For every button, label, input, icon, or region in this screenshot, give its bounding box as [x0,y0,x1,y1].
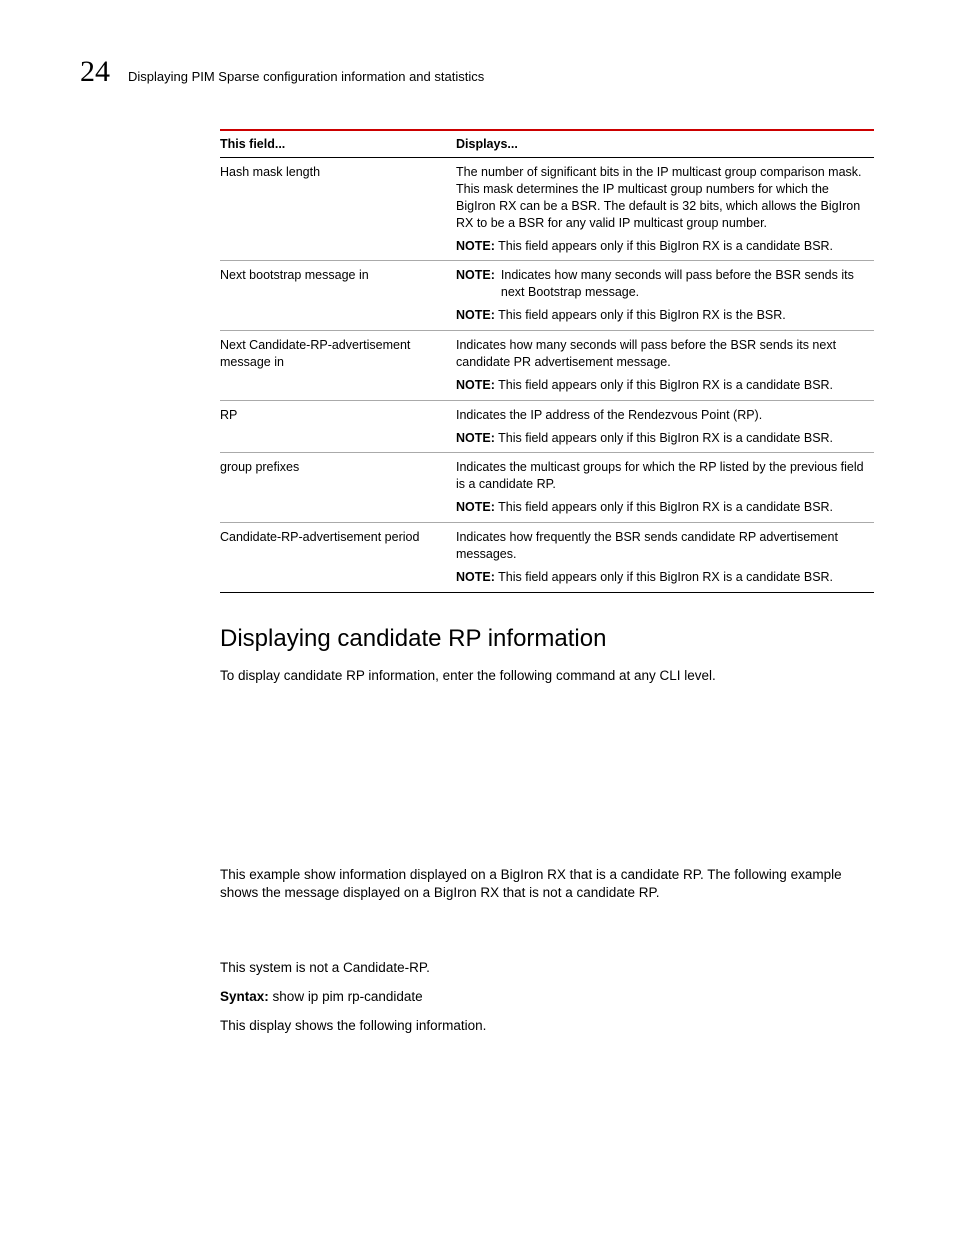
desc-text: The number of significant bits in the IP… [456,165,862,230]
spacer [220,696,874,856]
note-label: NOTE: [456,500,495,514]
field-desc: Indicates the multicast groups for which… [456,453,874,523]
note-text: This field appears only if this BigIron … [498,239,833,253]
table-row: RP Indicates the IP address of the Rende… [220,400,874,453]
note-text: This field appears only if this BigIron … [498,570,833,584]
syntax-label: Syntax: [220,989,269,1004]
note-block: NOTE: This field appears only if this Bi… [456,307,866,324]
desc-text: Indicates how frequently the BSR sends c… [456,530,838,561]
chapter-number: 24 [80,55,110,89]
field-desc: NOTE: Indicates how many seconds will pa… [456,261,874,331]
note-label: NOTE: [456,570,495,584]
desc-text: Indicates the multicast groups for which… [456,460,864,491]
intro-paragraph: To display candidate RP information, ent… [220,667,874,686]
field-name: Next bootstrap message in [220,261,456,331]
desc-text: Indicates how many seconds will pass bef… [456,338,836,369]
field-desc: The number of significant bits in the IP… [456,158,874,261]
field-name: group prefixes [220,453,456,523]
section-heading: Displaying candidate RP information [220,625,874,653]
table-row: group prefixes Indicates the multicast g… [220,453,874,523]
note-text: This field appears only if this BigIron … [498,500,833,514]
field-desc: Indicates how frequently the BSR sends c… [456,523,874,593]
note-label: NOTE: [456,239,495,253]
note-text: This field appears only if this BigIron … [498,378,833,392]
field-name: RP [220,400,456,453]
note-block: NOTE: This field appears only if this Bi… [456,430,866,447]
note-block: NOTE: This field appears only if this Bi… [456,238,866,255]
table-row: Hash mask length The number of significa… [220,158,874,261]
page-title: Displaying PIM Sparse configuration info… [128,69,484,84]
note-text: Indicates how many seconds will pass bef… [501,267,866,301]
paragraph: This example show information displayed … [220,866,874,904]
field-name: Hash mask length [220,158,456,261]
table-row: Next Candidate-RP-advertisement message … [220,331,874,401]
field-name: Candidate-RP-advertisement period [220,523,456,593]
note-text: This field appears only if this BigIron … [498,308,786,322]
field-desc: Indicates how many seconds will pass bef… [456,331,874,401]
content-area: This field... Displays... Hash mask leng… [220,129,874,1036]
note-text: This field appears only if this BigIron … [498,431,833,445]
paragraph: This system is not a Candidate-RP. [220,959,874,978]
fields-table: This field... Displays... Hash mask leng… [220,129,874,593]
note-block: NOTE: This field appears only if this Bi… [456,569,866,586]
spacer [220,913,874,949]
page: 24 Displaying PIM Sparse configuration i… [0,0,954,1106]
note-label: NOTE: [456,431,495,445]
table-row: Next bootstrap message in NOTE: Indicate… [220,261,874,331]
paragraph: This display shows the following informa… [220,1017,874,1036]
note-label: NOTE: [456,378,495,392]
note-block: NOTE: This field appears only if this Bi… [456,377,866,394]
note-block: NOTE: Indicates how many seconds will pa… [456,267,866,301]
table-header-displays: Displays... [456,130,874,158]
field-name: Next Candidate-RP-advertisement message … [220,331,456,401]
table-header-field: This field... [220,130,456,158]
syntax-line: Syntax: show ip pim rp-candidate [220,988,874,1007]
note-label: NOTE: [456,267,495,301]
note-label: NOTE: [456,308,495,322]
field-desc: Indicates the IP address of the Rendezvo… [456,400,874,453]
page-header: 24 Displaying PIM Sparse configuration i… [80,55,874,89]
note-block: NOTE: This field appears only if this Bi… [456,499,866,516]
syntax-command: show ip pim rp-candidate [273,989,423,1004]
table-row: Candidate-RP-advertisement period Indica… [220,523,874,593]
desc-text: Indicates the IP address of the Rendezvo… [456,408,762,422]
